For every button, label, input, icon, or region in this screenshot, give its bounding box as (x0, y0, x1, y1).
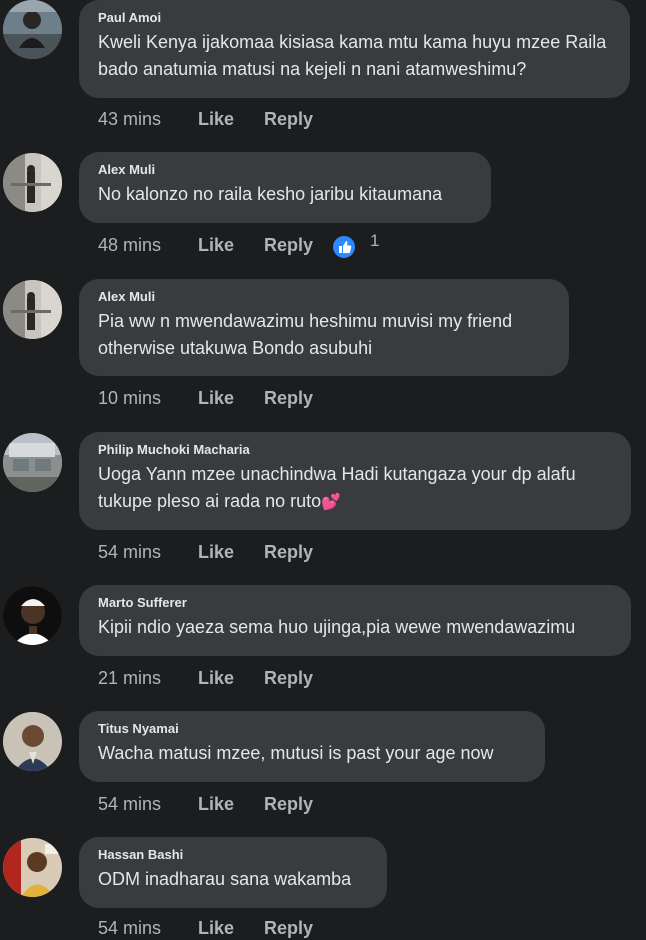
like-button[interactable]: Like (198, 233, 234, 257)
comment-bubble: Alex Muli No kalonzo no raila kesho jari… (79, 152, 491, 223)
comment-bubble: Alex Muli Pia ww n mwendawazimu heshimu … (79, 279, 569, 376)
avatar[interactable] (3, 586, 62, 645)
comment-text: Pia ww n mwendawazimu heshimu muvisi my … (98, 311, 513, 358)
avatar[interactable] (3, 280, 62, 339)
comment-author[interactable]: Hassan Bashi (98, 847, 367, 862)
reply-button[interactable]: Reply (264, 386, 313, 410)
avatar[interactable] (3, 712, 62, 771)
reply-button[interactable]: Reply (264, 916, 313, 940)
comment-bubble: Philip Muchoki Macharia Uoga Yann mzee u… (79, 432, 631, 530)
reply-button[interactable]: Reply (264, 107, 313, 131)
like-button[interactable]: Like (198, 386, 234, 410)
reply-button[interactable]: Reply (264, 540, 313, 564)
comment-text: Wacha matusi mzee, mutusi is past your a… (98, 743, 494, 763)
comment-timestamp[interactable]: 43 mins (98, 107, 161, 131)
comment-timestamp[interactable]: 48 mins (98, 233, 161, 257)
like-button[interactable]: Like (198, 666, 234, 690)
reply-button[interactable]: Reply (264, 233, 313, 257)
comment-text: No kalonzo no raila kesho jaribu kitauma… (98, 184, 443, 204)
comment-bubble: Titus Nyamai Wacha matusi mzee, mutusi i… (79, 711, 545, 782)
reply-button[interactable]: Reply (264, 666, 313, 690)
comment-timestamp[interactable]: 54 mins (98, 540, 161, 564)
avatar[interactable] (3, 0, 62, 59)
comment-timestamp[interactable]: 21 mins (98, 666, 161, 690)
comment-timestamp[interactable]: 54 mins (98, 916, 161, 940)
comment-bubble: Paul Amoi Kweli Kenya ijakomaa kisiasa k… (79, 0, 630, 98)
comment-bubble: Marto Sufferer Kipii ndio yaeza sema huo… (79, 585, 631, 656)
comment-timestamp[interactable]: 10 mins (98, 386, 161, 410)
comment-text: Kipii ndio yaeza sema huo ujinga,pia wew… (98, 617, 576, 637)
comment-author[interactable]: Alex Muli (98, 162, 471, 177)
thumbs-up-reaction-icon[interactable] (331, 234, 357, 260)
comment-author[interactable]: Philip Muchoki Macharia (98, 442, 611, 457)
reaction-count[interactable]: 1 (370, 229, 379, 253)
avatar[interactable] (3, 838, 62, 897)
comment-text: Uoga Yann mzee unachindwa Hadi kutangaza… (98, 461, 611, 516)
reply-button[interactable]: Reply (264, 792, 313, 816)
avatar[interactable] (3, 153, 62, 212)
comment-author[interactable]: Marto Sufferer (98, 595, 611, 610)
comment-author[interactable]: Paul Amoi (98, 10, 610, 25)
two-hearts-emoji: 💕 (321, 494, 342, 511)
comment-author[interactable]: Titus Nyamai (98, 721, 525, 736)
like-button[interactable]: Like (198, 792, 234, 816)
comment-bubble: Hassan Bashi ODM inadharau sana wakamba (79, 837, 387, 908)
like-button[interactable]: Like (198, 916, 234, 940)
comment-timestamp[interactable]: 54 mins (98, 792, 161, 816)
like-button[interactable]: Like (198, 540, 234, 564)
like-button[interactable]: Like (198, 107, 234, 131)
avatar[interactable] (3, 433, 62, 492)
comment-text: Kweli Kenya ijakomaa kisiasa kama mtu ka… (98, 32, 607, 79)
comment-author[interactable]: Alex Muli (98, 289, 549, 304)
comment-text: ODM inadharau sana wakamba (98, 869, 352, 889)
